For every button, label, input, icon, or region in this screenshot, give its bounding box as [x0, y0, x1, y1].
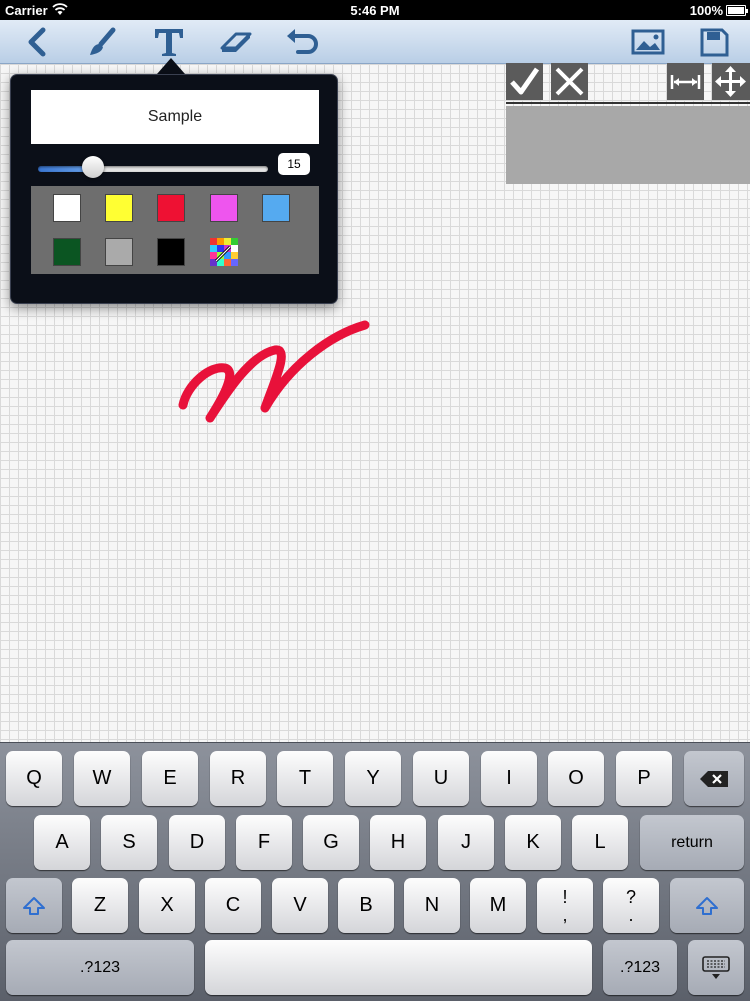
color-swatch-white[interactable]: [53, 194, 81, 222]
color-swatch-gray[interactable]: [105, 238, 133, 266]
key-w[interactable]: W: [74, 751, 130, 806]
key-t[interactable]: T: [277, 751, 333, 806]
key-a[interactable]: A: [34, 815, 90, 870]
text-size-slider-thumb[interactable]: [82, 156, 104, 178]
backspace-key[interactable]: [684, 751, 744, 806]
key-d[interactable]: D: [169, 815, 225, 870]
key-r[interactable]: R: [210, 751, 266, 806]
key-exclamation-label: !: [562, 886, 568, 907]
key-k[interactable]: K: [505, 815, 561, 870]
text-size-slider[interactable]: [38, 166, 268, 172]
popover-arrow: [157, 58, 185, 74]
text-sample-preview: Sample: [31, 90, 319, 144]
textbox-divider: [506, 102, 750, 104]
cancel-button[interactable]: [551, 63, 588, 100]
drawn-stroke: [178, 320, 370, 423]
color-swatch-dark-green[interactable]: [53, 238, 81, 266]
numbers-key-right[interactable]: .?123: [603, 940, 677, 995]
color-palette: [31, 186, 319, 274]
color-swatch-yellow[interactable]: [105, 194, 133, 222]
key-f[interactable]: F: [236, 815, 292, 870]
key-y[interactable]: Y: [345, 751, 401, 806]
color-picker-icon[interactable]: [210, 238, 238, 266]
text-size-value: 15: [278, 153, 310, 175]
key-u[interactable]: U: [413, 751, 469, 806]
undo-icon[interactable]: [282, 24, 322, 60]
key-p[interactable]: P: [616, 751, 672, 806]
toolbar: [0, 20, 750, 64]
resize-horizontal-icon: [670, 75, 701, 89]
shift-key-left[interactable]: [6, 878, 62, 933]
onscreen-keyboard: Q W E R T Y U I O P A S D F G H J K L re…: [0, 742, 750, 1001]
brush-icon[interactable]: [83, 24, 123, 60]
text-style-popover: Sample 15: [10, 74, 338, 304]
key-n[interactable]: N: [404, 878, 460, 933]
shift-icon: [23, 896, 45, 915]
key-l[interactable]: L: [572, 815, 628, 870]
space-bar[interactable]: [205, 940, 592, 995]
key-b[interactable]: B: [338, 878, 394, 933]
key-m[interactable]: M: [470, 878, 526, 933]
key-question-period[interactable]: ?.: [603, 878, 659, 933]
text-icon[interactable]: [149, 24, 189, 60]
status-bar: Carrier 5:46 PM 100%: [0, 0, 750, 20]
key-h[interactable]: H: [370, 815, 426, 870]
key-q[interactable]: Q: [6, 751, 62, 806]
key-o[interactable]: O: [548, 751, 604, 806]
image-icon[interactable]: [628, 24, 668, 60]
keyboard-dismiss-icon: [702, 955, 730, 979]
color-swatch-red[interactable]: [157, 194, 185, 222]
color-swatch-light-blue[interactable]: [262, 194, 290, 222]
key-z[interactable]: Z: [72, 878, 128, 933]
key-c[interactable]: C: [205, 878, 261, 933]
backspace-icon: [700, 770, 728, 787]
move-button[interactable]: [712, 63, 750, 100]
key-j[interactable]: J: [438, 815, 494, 870]
shift-icon: [696, 896, 718, 915]
move-icon: [715, 66, 746, 97]
shift-key-right[interactable]: [670, 878, 744, 933]
key-s[interactable]: S: [101, 815, 157, 870]
key-question-label: ?: [625, 886, 636, 907]
color-swatch-black[interactable]: [157, 238, 185, 266]
key-period-label: .: [628, 904, 634, 925]
key-e[interactable]: E: [142, 751, 198, 806]
keyboard-dismiss-key[interactable]: [688, 940, 744, 995]
status-time: 5:46 PM: [350, 3, 400, 18]
checkmark-icon: [510, 67, 540, 95]
confirm-button[interactable]: [506, 63, 543, 100]
text-box[interactable]: [506, 106, 750, 184]
key-i[interactable]: I: [481, 751, 537, 806]
back-chevron-icon[interactable]: [16, 24, 56, 60]
color-swatch-magenta[interactable]: [210, 194, 238, 222]
eraser-icon[interactable]: [214, 24, 254, 60]
key-comma-label: ,: [562, 904, 568, 925]
key-v[interactable]: V: [272, 878, 328, 933]
key-x[interactable]: X: [139, 878, 195, 933]
resize-button[interactable]: [667, 63, 704, 100]
return-key[interactable]: return: [640, 815, 744, 870]
numbers-key-left[interactable]: .?123: [6, 940, 194, 995]
close-icon: [555, 67, 584, 96]
key-exclamation-comma[interactable]: !,: [537, 878, 593, 933]
key-g[interactable]: G: [303, 815, 359, 870]
save-icon[interactable]: [694, 24, 734, 60]
battery-icon: [726, 5, 748, 16]
battery-percent: 100%: [689, 3, 723, 18]
